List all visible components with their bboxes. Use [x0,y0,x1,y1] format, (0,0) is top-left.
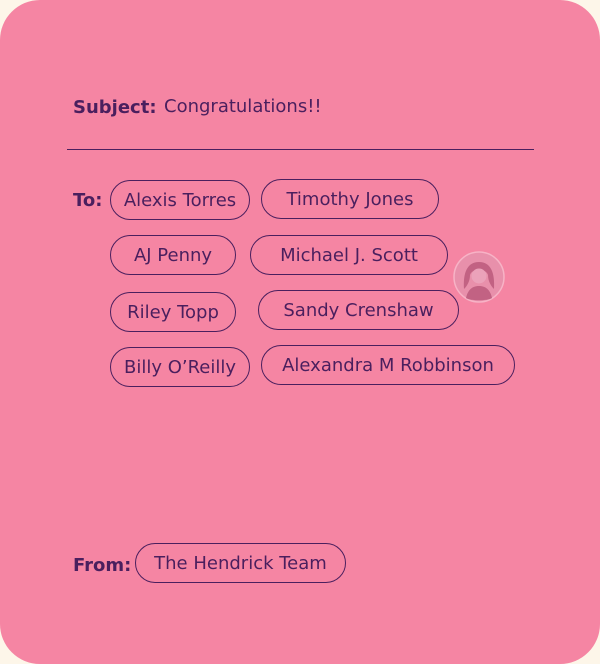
sender-chip[interactable]: The Hendrick Team [135,543,346,583]
to-label: To: [73,190,103,211]
recipient-chip[interactable]: AJ Penny [110,235,236,275]
user-avatar-icon[interactable] [453,251,505,303]
recipient-chip[interactable]: Timothy Jones [261,179,439,219]
divider [67,149,534,150]
recipient-chip[interactable]: Sandy Crenshaw [258,290,459,330]
subject-input[interactable]: Congratulations!! [164,96,322,117]
recipient-chip[interactable]: Riley Topp [110,292,236,332]
from-label: From: [73,555,132,576]
recipient-chip[interactable]: Alexis Torres [110,180,250,220]
recipient-chip[interactable]: Michael J. Scott [250,235,448,275]
email-compose-card: Subject: Congratulations!! To: Alexis To… [0,0,600,664]
subject-label: Subject: [73,97,157,118]
recipient-chip[interactable]: Alexandra M Robbinson [261,345,515,385]
recipient-chip[interactable]: Billy O’Reilly [110,347,250,387]
